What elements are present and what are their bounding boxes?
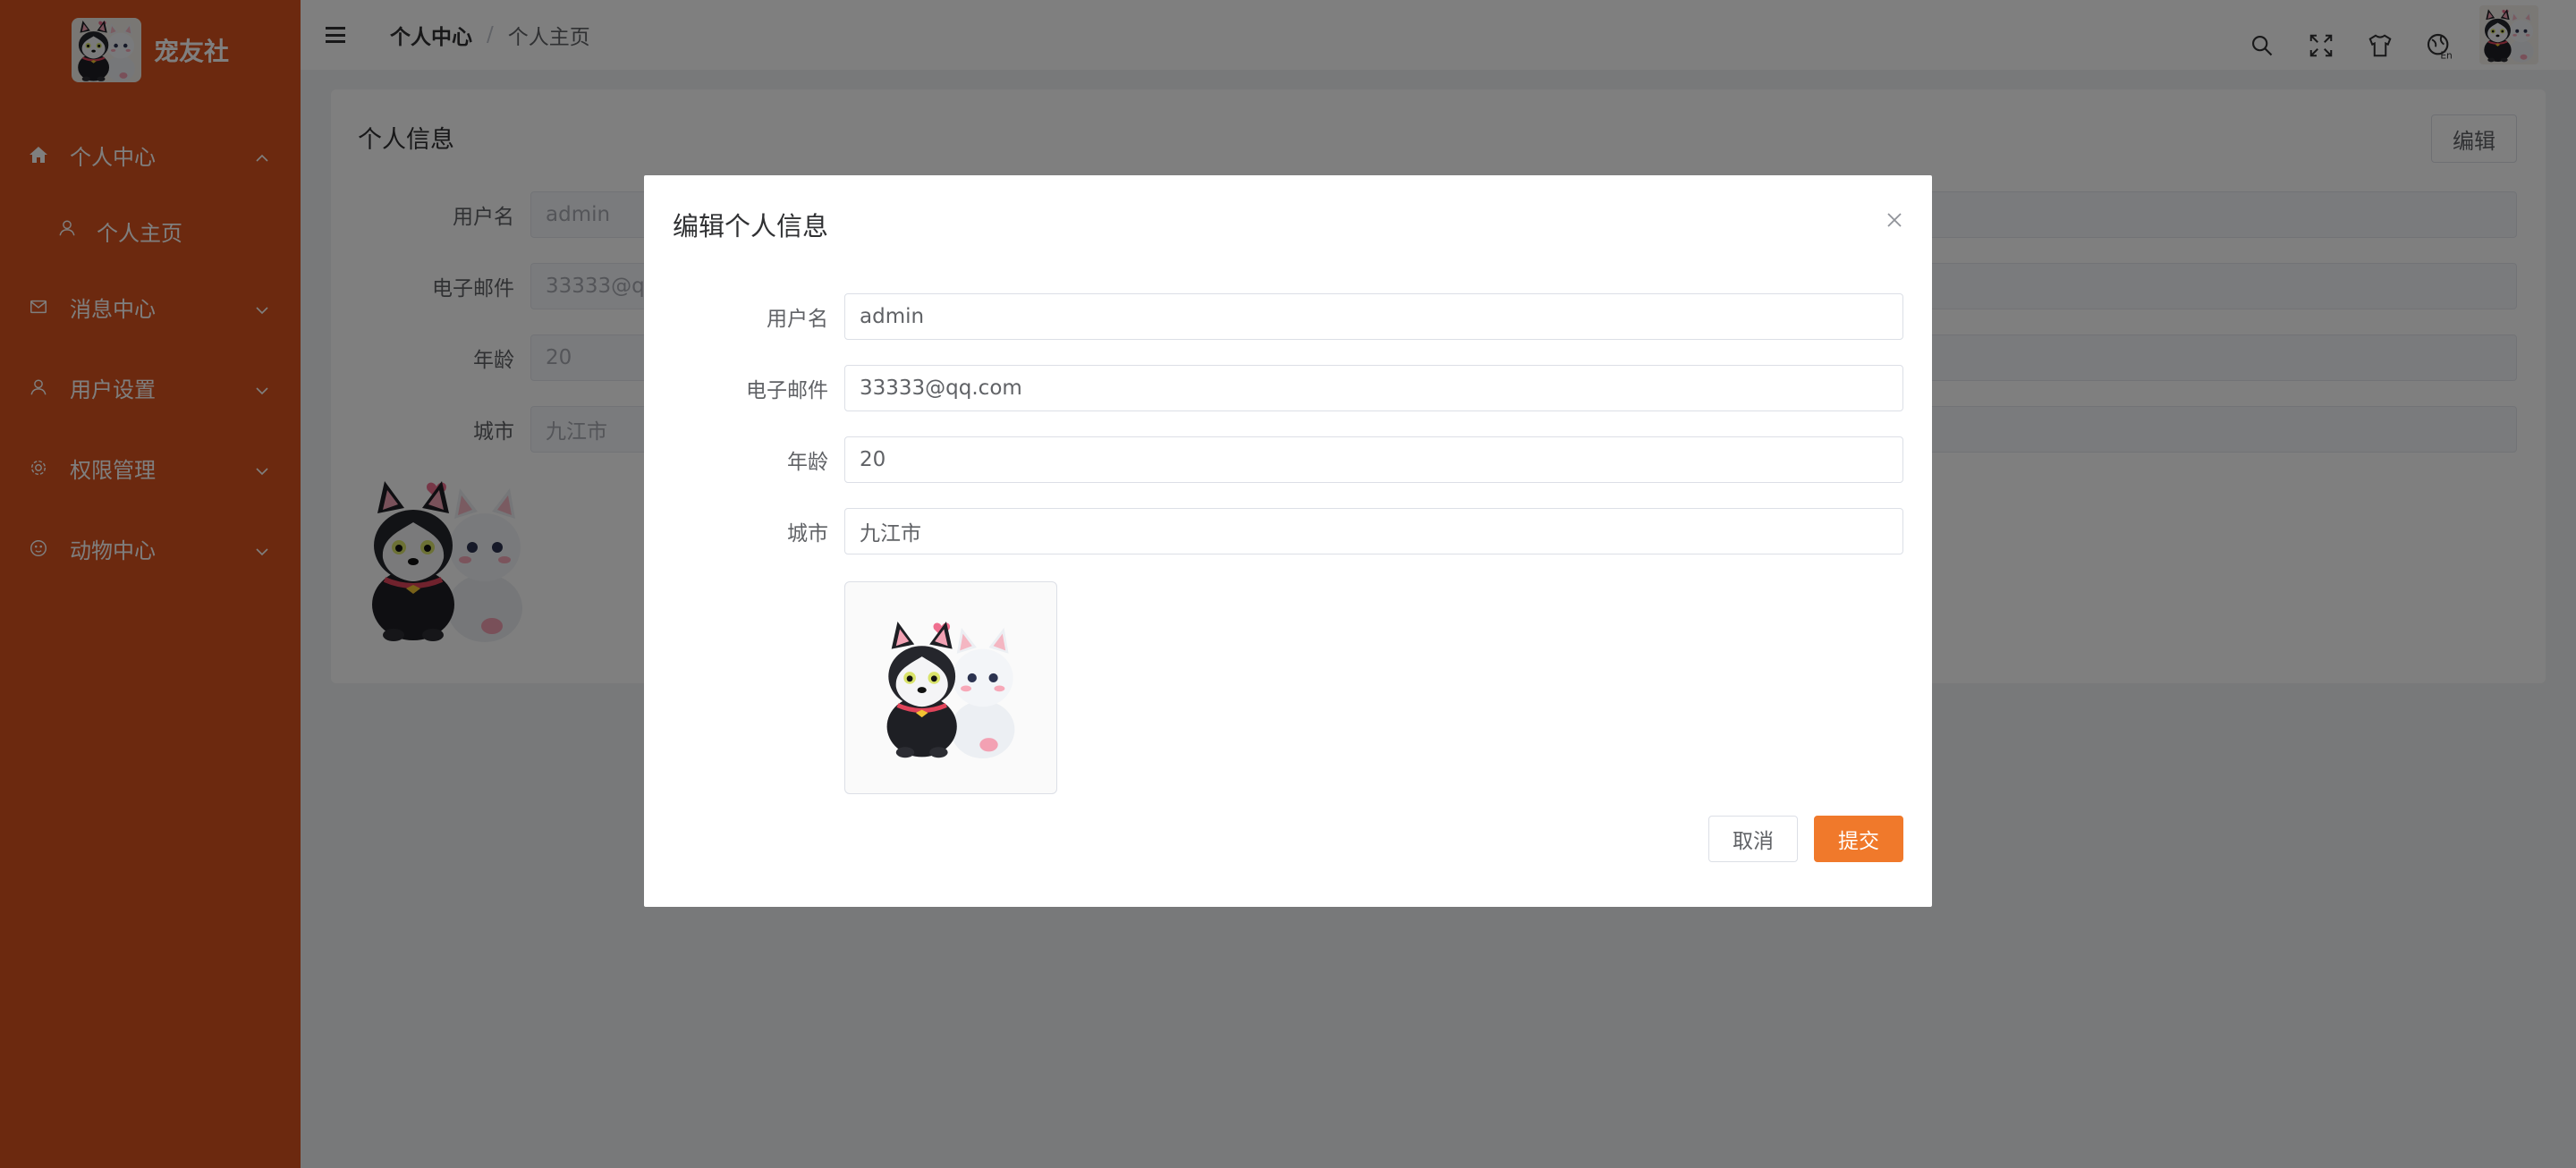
email-input[interactable] (844, 365, 1903, 411)
city-input[interactable] (844, 508, 1903, 554)
form-row-city: 城市 (644, 508, 1903, 554)
form-row-email: 电子邮件 (644, 365, 1903, 411)
username-input[interactable] (844, 293, 1903, 340)
age-input[interactable] (844, 436, 1903, 483)
dialog-footer: 取消 提交 (1708, 816, 1903, 862)
form-row-age: 年龄 (644, 436, 1903, 483)
avatar-preview-image (875, 615, 1027, 760)
form-row-username: 用户名 (644, 293, 1903, 340)
app-root: 宠友社 个人中心 个人主页 (0, 0, 2576, 1168)
age-label: 年龄 (787, 451, 828, 474)
close-icon[interactable] (1884, 209, 1905, 231)
edit-profile-dialog: 编辑个人信息 用户名 电子邮件 年龄 城市 取消 提交 (644, 175, 1932, 907)
email-label: 电子邮件 (746, 379, 828, 402)
cancel-button[interactable]: 取消 (1708, 816, 1798, 862)
submit-button[interactable]: 提交 (1814, 816, 1903, 862)
avatar-uploader[interactable] (844, 581, 1057, 794)
dialog-title: 编辑个人信息 (673, 211, 829, 241)
city-label: 城市 (787, 522, 828, 546)
username-label: 用户名 (767, 308, 828, 331)
